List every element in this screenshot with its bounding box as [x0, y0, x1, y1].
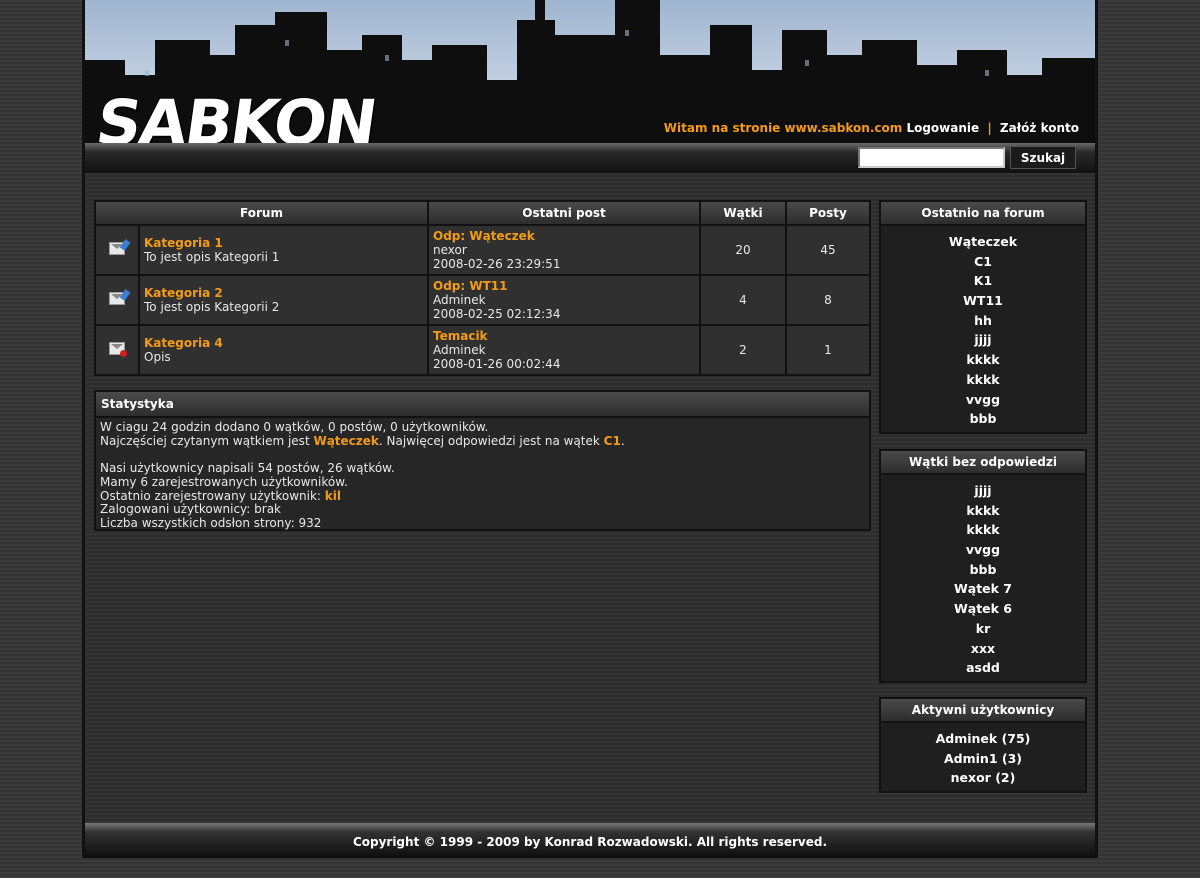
- recent-posts-box: Ostatnio na forum Wąteczek C1 K1 WT11 hh…: [879, 200, 1087, 434]
- stats-line: Zalogowani użytkownicy: brak: [100, 502, 281, 517]
- list-item[interactable]: Wątek 6: [881, 599, 1085, 619]
- list-item[interactable]: kkkk: [881, 501, 1085, 521]
- category-link[interactable]: Kategoria 2: [144, 286, 423, 300]
- category-link[interactable]: Kategoria 1: [144, 236, 423, 250]
- last-post-user: nexor: [433, 243, 467, 257]
- page-wrapper: SABKON Witam na stronie www.sabkon.com L…: [82, 0, 1098, 858]
- search-input[interactable]: [858, 147, 1005, 168]
- forum-header: Forum: [94, 200, 429, 226]
- search-bar: Szukaj: [85, 143, 1095, 173]
- list-item[interactable]: bbb: [881, 409, 1085, 429]
- stats-line: Mamy 6 zarejestrowanych użytkowników.: [100, 474, 348, 489]
- list-item[interactable]: WT11: [881, 291, 1085, 311]
- list-item[interactable]: Adminek (75): [881, 729, 1085, 749]
- unanswered-threads-list: jjjj kkkk kkkk vvgg bbb Wątek 7 Wątek 6 …: [881, 475, 1085, 682]
- recent-posts-list: Wąteczek C1 K1 WT11 hh jjjj kkkk kkkk vv…: [881, 226, 1085, 433]
- list-item[interactable]: kkkk: [881, 520, 1085, 540]
- list-item[interactable]: kr: [881, 619, 1085, 639]
- welcome-bar: Witam na stronie www.sabkon.com Logowani…: [664, 121, 1079, 135]
- stats-text: Ostatnio zarejestrowany użytkownik:: [100, 488, 325, 503]
- unanswered-threads-title: Wątki bez odpowiedzi: [881, 451, 1085, 475]
- last-post-date: 2008-01-26 00:02:44: [433, 357, 561, 371]
- most-replied-thread-link[interactable]: C1: [604, 434, 621, 448]
- forum-row: Kategoria 1 To jest opis Kategorii 1 Odp…: [94, 224, 871, 276]
- statistics-title: Statystyka: [96, 392, 869, 418]
- list-item[interactable]: bbb: [881, 560, 1085, 580]
- statistics-body: W ciagu 24 godzin dodano 0 wątków, 0 pos…: [96, 418, 869, 534]
- newest-user-link[interactable]: kil: [325, 489, 341, 503]
- active-users-list: Adminek (75) Admin1 (3) nexor (2): [881, 723, 1085, 792]
- recent-posts-title: Ostatnio na forum: [881, 202, 1085, 226]
- list-item[interactable]: kkkk: [881, 350, 1085, 370]
- posts-count: 1: [785, 324, 871, 376]
- site-logo[interactable]: SABKON: [92, 86, 380, 143]
- posts-count: 8: [785, 274, 871, 326]
- header-banner: SABKON Witam na stronie www.sabkon.com L…: [85, 0, 1095, 143]
- posts-count: 45: [785, 224, 871, 276]
- unanswered-threads-box: Wątki bez odpowiedzi jjjj kkkk kkkk vvgg…: [879, 449, 1087, 683]
- list-item[interactable]: K1: [881, 271, 1085, 291]
- link-separator: |: [987, 121, 992, 135]
- threads-header: Wątki: [699, 200, 787, 226]
- stats-line: Ostatnio zarejestrowany użytkownik: kil: [100, 488, 865, 504]
- stats-text: . Najwięcej odpowiedzi jest na wątek: [378, 433, 604, 448]
- stats-line: Nasi użytkownicy napisali 54 postów, 26 …: [100, 461, 395, 476]
- list-item[interactable]: nexor (2): [881, 768, 1085, 788]
- list-item[interactable]: kkkk: [881, 370, 1085, 390]
- posts-header: Posty: [785, 200, 871, 226]
- last-post-user: Adminek: [433, 293, 486, 307]
- stats-line: Liczba wszystkich odsłon strony: 932: [100, 515, 322, 530]
- last-post-link[interactable]: Odp: WT11: [433, 279, 695, 293]
- stats-text: .: [620, 433, 625, 448]
- statistics-panel: Statystyka W ciagu 24 godzin dodano 0 wą…: [94, 390, 871, 531]
- category-description: To jest opis Kategorii 1: [144, 250, 280, 264]
- forum-row: Kategoria 2 To jest opis Kategorii 2 Odp…: [94, 274, 871, 326]
- last-post-date: 2008-02-25 02:12:34: [433, 307, 561, 321]
- last-post-date: 2008-02-26 23:29:51: [433, 257, 561, 271]
- list-item[interactable]: jjjj: [881, 481, 1085, 501]
- list-item[interactable]: asdd: [881, 658, 1085, 678]
- list-item[interactable]: hh: [881, 311, 1085, 331]
- threads-count: 4: [699, 274, 787, 326]
- list-item[interactable]: vvgg: [881, 390, 1085, 410]
- list-item[interactable]: xxx: [881, 639, 1085, 659]
- new-posts-envelope-icon: [109, 242, 125, 255]
- list-item[interactable]: vvgg: [881, 540, 1085, 560]
- active-users-box: Aktywni użytkownicy Adminek (75) Admin1 …: [879, 697, 1087, 793]
- stats-text: Najczęściej czytanym wątkiem jest: [100, 433, 314, 448]
- category-link[interactable]: Kategoria 4: [144, 336, 423, 350]
- search-button[interactable]: Szukaj: [1010, 146, 1076, 169]
- last-post-user: Adminek: [433, 343, 486, 357]
- last-post-link[interactable]: Temacik: [433, 329, 695, 343]
- welcome-text: Witam na stronie www.sabkon.com: [663, 121, 903, 135]
- list-item[interactable]: jjjj: [881, 330, 1085, 350]
- threads-count: 2: [699, 324, 787, 376]
- copyright-text: Copyright © 1999 - 2009 by Konrad Rozwad…: [352, 835, 828, 849]
- list-item[interactable]: C1: [881, 252, 1085, 272]
- list-item[interactable]: Wątek 7: [881, 579, 1085, 599]
- login-link[interactable]: Logowanie: [906, 121, 979, 135]
- new-posts-envelope-icon: [109, 292, 125, 305]
- last-post-header: Ostatni post: [427, 200, 701, 226]
- active-users-title: Aktywni użytkownicy: [881, 699, 1085, 723]
- category-description: To jest opis Kategorii 2: [144, 300, 280, 314]
- threads-count: 20: [699, 224, 787, 276]
- most-read-thread-link[interactable]: Wąteczek: [313, 434, 378, 448]
- category-description: Opis: [144, 350, 171, 364]
- forum-table: Forum Ostatni post Wątki Posty Kategoria…: [94, 200, 871, 376]
- list-item[interactable]: Admin1 (3): [881, 749, 1085, 769]
- stats-line: Najczęściej czytanym wątkiem jest Wątecz…: [100, 433, 865, 449]
- locked-envelope-icon: [109, 342, 127, 357]
- list-item[interactable]: Wąteczek: [881, 232, 1085, 252]
- stats-line: W ciagu 24 godzin dodano 0 wątków, 0 pos…: [100, 420, 489, 434]
- last-post-link[interactable]: Odp: Wąteczek: [433, 229, 695, 243]
- footer: Copyright © 1999 - 2009 by Konrad Rozwad…: [85, 823, 1095, 858]
- register-link[interactable]: Załóż konto: [1000, 121, 1079, 135]
- forum-row: Kategoria 4 Opis Temacik Adminek 2008-01…: [94, 324, 871, 376]
